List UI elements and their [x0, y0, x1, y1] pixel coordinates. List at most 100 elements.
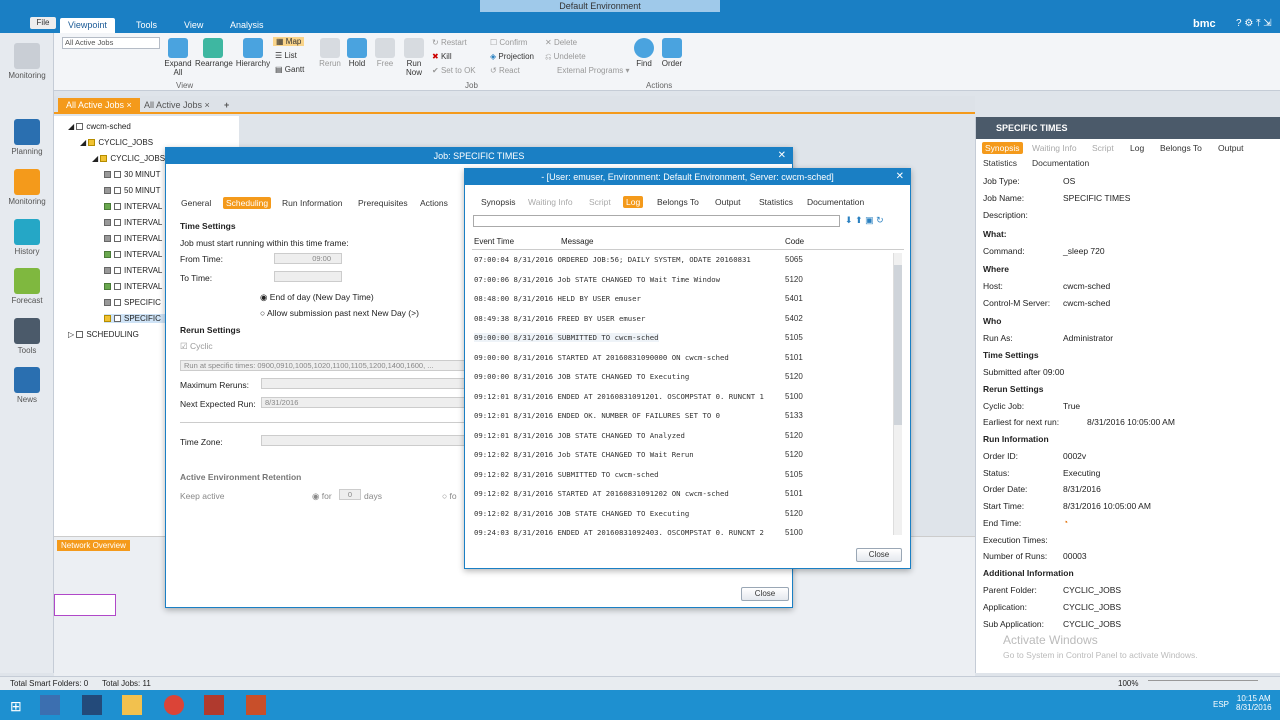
scrollbar-thumb[interactable] — [894, 265, 902, 425]
radio-end-of-day[interactable]: ◉ End of day (New Day Time) — [260, 292, 374, 303]
add-tab-button[interactable]: + — [216, 98, 237, 113]
run-at-field[interactable]: Run at specific times: 0900,0910,1005,10… — [180, 360, 466, 371]
rerun-button[interactable]: Rerun — [316, 38, 344, 68]
log-row[interactable]: 09:12:02 8/31/2016 SUBMITTED TO cwcm-sch… — [474, 470, 803, 479]
tree-item[interactable]: INTERVAL — [104, 250, 162, 259]
keep-days-input[interactable]: 0 — [339, 489, 361, 500]
run-now-button[interactable]: Run Now — [400, 38, 428, 77]
checkbox-cyclic[interactable]: ☑ Cyclic — [180, 341, 213, 352]
log-search-input[interactable] — [473, 215, 840, 227]
tree-item[interactable]: INTERVAL — [104, 266, 162, 275]
tab-statistics[interactable]: Statistics — [759, 197, 793, 207]
tree-subfolder[interactable]: ◢ CYCLIC_JOBS — [92, 154, 165, 163]
rp-tab-synopsis[interactable]: Synopsis — [982, 142, 1023, 154]
overview-viewport[interactable] — [54, 594, 116, 616]
log-row[interactable]: 07:00:04 8/31/2016 ORDERED JOB:56; DAILY… — [474, 255, 803, 264]
zoom-slider[interactable] — [1148, 680, 1258, 687]
delete-button[interactable]: ✕ Delete — [545, 38, 577, 47]
powershell-icon[interactable] — [82, 695, 102, 715]
kill-button[interactable]: ✖ Kill — [432, 52, 452, 61]
nav-tools[interactable]: Tools — [4, 318, 50, 355]
radio-allow-submission[interactable]: ○ Allow submission past next New Day (>) — [260, 308, 419, 318]
tool-icon[interactable] — [246, 695, 266, 715]
log-row[interactable]: 09:24:03 8/31/2016 ENDED AT 201608310924… — [474, 528, 803, 537]
tab-log[interactable]: Log — [623, 196, 644, 208]
close-icon[interactable]: ✕ — [896, 169, 904, 185]
log-row[interactable]: 08:49:38 8/31/2016 FREED BY USER emuser 5… — [474, 314, 803, 323]
tab-output[interactable]: Output — [715, 197, 741, 207]
list-button[interactable]: ☰ List — [275, 51, 297, 60]
arrow-up-icon[interactable]: ⬆ — [855, 215, 863, 225]
tab-documentation[interactable]: Documentation — [807, 197, 864, 207]
refresh-icon[interactable]: ↻ — [876, 215, 884, 225]
tab-synopsis[interactable]: Synopsis — [481, 197, 516, 207]
rearrange-button[interactable]: Rearrange — [195, 38, 233, 68]
time-zone-select[interactable] — [261, 435, 466, 446]
tree-item[interactable]: INTERVAL — [104, 282, 162, 291]
to-time-input[interactable] — [274, 271, 342, 282]
projection-button[interactable]: ◈ Projection — [490, 52, 534, 61]
network-overview-tab[interactable]: Network Overview — [57, 540, 130, 551]
tab-prerequisites[interactable]: Prerequisites — [358, 198, 408, 208]
tab-actions[interactable]: Actions — [420, 198, 448, 208]
next-expected-input[interactable]: 8/31/2016 — [261, 397, 466, 408]
close-icon[interactable]: × — [205, 100, 210, 110]
log-row[interactable]: 08:48:00 8/31/2016 HELD BY USER emuser 54… — [474, 294, 803, 303]
map-button[interactable]: ▦ Map — [273, 37, 305, 46]
tree-root[interactable]: ◢ cwcm-sched — [68, 122, 131, 131]
log-row[interactable]: 07:00:06 8/31/2016 Job STATE CHANGED TO … — [474, 275, 803, 284]
help-icon[interactable]: ? ⚙ ⤒ ⇲ — [1236, 18, 1272, 29]
tree-item[interactable]: SPECIFIC — [104, 298, 161, 307]
tab-waiting-info[interactable]: Waiting Info — [528, 197, 573, 207]
find-button[interactable]: Find — [632, 38, 656, 68]
tree-folder[interactable]: ◢ CYCLIC_JOBS — [80, 138, 153, 147]
job-dialog-close-button[interactable]: Close — [741, 587, 789, 601]
rp-tab-script[interactable]: Script — [1092, 143, 1114, 153]
log-row[interactable]: 09:12:02 8/31/2016 STARTED AT 2016083109… — [474, 489, 803, 498]
hierarchy-button[interactable]: Hierarchy — [235, 38, 271, 68]
clock[interactable]: 10:15 AM 8/31/2016 — [1236, 694, 1272, 712]
tree-item[interactable]: INTERVAL — [104, 218, 162, 227]
tree-item-selected[interactable]: SPECIFIC — [104, 314, 171, 323]
tree-item[interactable]: INTERVAL — [104, 234, 162, 243]
log-row[interactable]: 09:00:00 8/31/2016 SUBMITTED TO cwcm-sch… — [474, 333, 803, 342]
tab-belongs-to[interactable]: Belongs To — [657, 197, 699, 207]
log-row[interactable]: 09:00:00 8/31/2016 JOB STATE CHANGED TO … — [474, 372, 803, 381]
log-row[interactable]: 09:12:01 8/31/2016 ENDED OK. NUMBER OF F… — [474, 411, 803, 420]
tab-all-active-jobs-2[interactable]: All Active Jobs × — [136, 98, 218, 113]
tab-general[interactable]: General — [181, 198, 211, 208]
log-dialog-close-button[interactable]: Close — [856, 548, 902, 562]
from-time-input[interactable]: 09:00 — [274, 253, 342, 264]
tab-view[interactable]: View — [176, 18, 211, 33]
controlm-icon[interactable] — [204, 695, 224, 715]
rp-tab-waiting-info[interactable]: Waiting Info — [1032, 143, 1077, 153]
tree-item[interactable]: 30 MINUT — [104, 170, 160, 179]
tree-item[interactable]: INTERVAL — [104, 202, 162, 211]
log-row[interactable]: 09:00:00 8/31/2016 STARTED AT 2016083109… — [474, 353, 803, 362]
log-scrollbar[interactable] — [893, 253, 902, 535]
viewpoint-select[interactable]: All Active Jobs — [62, 37, 160, 49]
tree-item[interactable]: 50 MINUT — [104, 186, 160, 195]
order-button[interactable]: Order — [660, 38, 684, 68]
tab-script[interactable]: Script — [589, 197, 611, 207]
react-button[interactable]: ↺ React — [490, 66, 520, 75]
radio-keep-forever[interactable]: ○ fo — [442, 491, 457, 501]
rp-tab-documentation[interactable]: Documentation — [1032, 158, 1089, 168]
max-reruns-input[interactable] — [261, 378, 466, 389]
file-menu-button[interactable]: File — [30, 17, 56, 29]
confirm-button[interactable]: ☐ Confirm — [490, 38, 527, 47]
save-icon[interactable]: ▣ — [865, 215, 874, 225]
external-programs-button[interactable]: External Programs ▾ — [557, 66, 630, 75]
explorer-icon[interactable] — [122, 695, 142, 715]
tab-viewpoint[interactable]: Viewpoint — [60, 18, 115, 33]
radio-keep-for[interactable]: ◉ for — [312, 491, 332, 502]
log-row[interactable]: 09:12:02 8/31/2016 Job STATE CHANGED TO … — [474, 450, 803, 459]
language-indicator[interactable]: ESP — [1213, 700, 1229, 709]
tree-scheduling[interactable]: ▷ SCHEDULING — [68, 330, 139, 339]
rp-tab-belongs-to[interactable]: Belongs To — [1160, 143, 1202, 153]
nav-planning[interactable]: Planning — [4, 119, 50, 156]
nav-monitoring[interactable]: Monitoring — [4, 169, 50, 206]
tab-tools[interactable]: Tools — [128, 18, 165, 33]
rp-tab-statistics[interactable]: Statistics — [983, 158, 1017, 168]
close-icon[interactable]: × — [127, 100, 132, 110]
